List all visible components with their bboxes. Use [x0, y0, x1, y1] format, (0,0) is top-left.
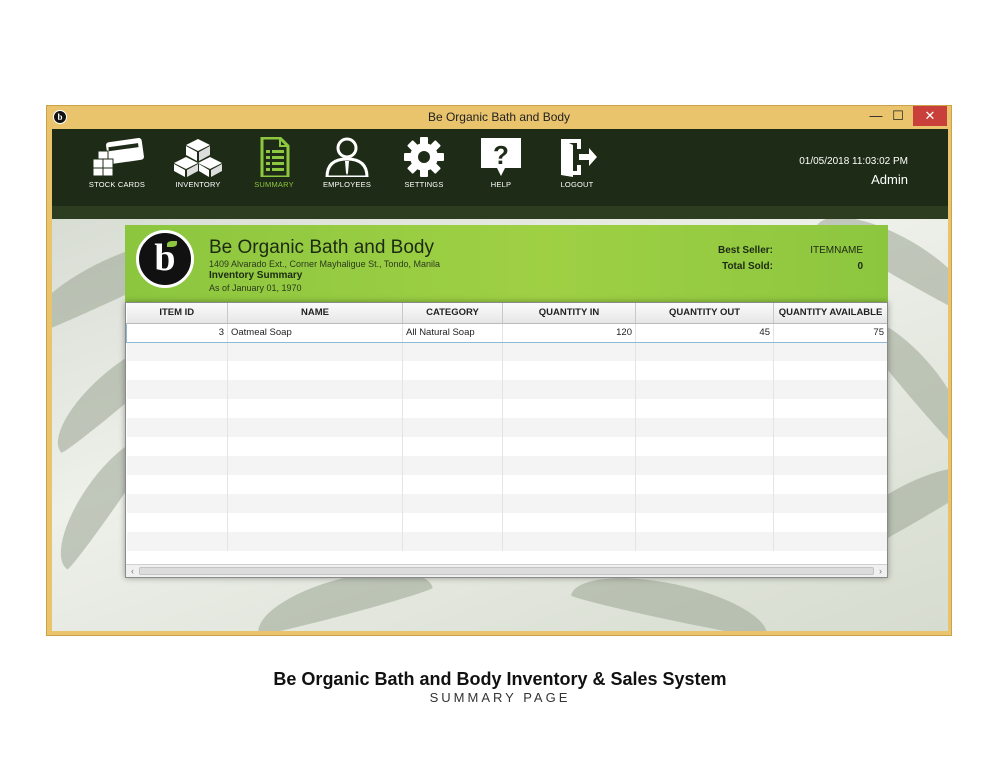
report-date: As of January 01, 1970	[209, 283, 302, 293]
toolbar-label: SETTINGS	[404, 180, 444, 189]
toolbar-label: STOCK CARDS	[88, 180, 146, 189]
best-seller-value: ITEMNAME	[810, 245, 863, 256]
empty-table-row	[126, 475, 887, 494]
cell-item-id: 3	[126, 322, 228, 343]
gear-icon	[404, 137, 444, 177]
empty-table-row	[126, 532, 887, 551]
column-header-name[interactable]: NAME	[227, 303, 403, 324]
toolbar-label: HELP	[490, 180, 512, 189]
empty-table-row	[126, 513, 887, 532]
help-icon: ?	[481, 138, 521, 176]
main-toolbar: STOCK CARDS INVENTORY SUMMARY EMPLOYEES …	[52, 129, 948, 206]
column-header-quantity-in[interactable]: QUANTITY IN	[502, 303, 636, 324]
toolbar-summary-button[interactable]: SUMMARY	[239, 137, 309, 201]
app-window: b Be Organic Bath and Body — ☐ ✕ STOCK C…	[46, 105, 952, 636]
maximize-button[interactable]: ☐	[887, 106, 909, 126]
scroll-left-arrow-icon[interactable]: ‹	[126, 565, 139, 577]
window-title: Be Organic Bath and Body	[427, 110, 571, 124]
cell-name: Oatmeal Soap	[227, 322, 403, 343]
cell-quantity-available: 75	[773, 322, 887, 343]
empty-table-row	[126, 361, 887, 380]
empty-table-row	[126, 342, 887, 361]
close-button[interactable]: ✕	[913, 106, 947, 126]
svg-text:?: ?	[493, 140, 509, 170]
toolbar-label: EMPLOYEES	[322, 180, 372, 189]
table-row[interactable]: 3 Oatmeal Soap All Natural Soap 120 45 7…	[126, 322, 887, 343]
user-icon	[325, 137, 369, 177]
toolbar-help-button[interactable]: ? HELP	[466, 137, 536, 201]
toolbar-logout-button[interactable]: LOGOUT	[542, 137, 612, 201]
total-sold-label: Total Sold:	[722, 261, 773, 272]
toolbar-label: INVENTORY	[175, 180, 221, 189]
datetime-display: 01/05/2018 11:03:02 PM	[799, 156, 908, 167]
inventory-table[interactable]: ITEM ID NAME CATEGORY QUANTITY IN QUANTI…	[125, 302, 888, 578]
scrollbar-thumb[interactable]	[139, 567, 874, 575]
column-header-category[interactable]: CATEGORY	[402, 303, 503, 324]
toolbar-divider	[52, 206, 948, 219]
logout-icon	[561, 139, 597, 177]
empty-table-row	[126, 494, 887, 513]
column-header-quantity-available[interactable]: QUANTITY AVAILABLE	[773, 303, 887, 324]
title-bar[interactable]: b Be Organic Bath and Body — ☐ ✕	[47, 106, 951, 129]
toolbar-label: SUMMARY	[254, 180, 294, 189]
document-icon	[260, 137, 290, 177]
minimize-button[interactable]: —	[865, 106, 887, 126]
report-title: Inventory Summary	[209, 270, 303, 281]
boxes-icon	[174, 139, 222, 177]
toolbar-employees-button[interactable]: EMPLOYEES	[312, 137, 382, 201]
scroll-right-arrow-icon[interactable]: ›	[874, 565, 887, 577]
empty-table-row	[126, 456, 887, 475]
company-name: Be Organic Bath and Body	[209, 237, 434, 258]
table-header-row: ITEM ID NAME CATEGORY QUANTITY IN QUANTI…	[126, 303, 887, 324]
empty-table-row	[126, 418, 887, 437]
leaf-icon	[167, 241, 177, 247]
empty-table-row	[126, 437, 887, 456]
empty-table-row	[126, 399, 887, 418]
total-sold-value: 0	[857, 261, 863, 272]
empty-table-row	[126, 380, 887, 399]
toolbar-settings-button[interactable]: SETTINGS	[389, 137, 459, 201]
company-logo: b	[136, 230, 194, 288]
caption-subtitle: SUMMARY PAGE	[429, 690, 571, 705]
cell-quantity-out: 45	[635, 322, 774, 343]
toolbar-inventory-button[interactable]: INVENTORY	[163, 137, 233, 201]
toolbar-stock-cards-button[interactable]: STOCK CARDS	[82, 137, 152, 201]
caption-title: Be Organic Bath and Body Inventory & Sal…	[273, 669, 727, 689]
stock-cards-icon	[92, 137, 144, 177]
toolbar-label: LOGOUT	[560, 180, 594, 189]
current-user: Admin	[871, 172, 908, 187]
company-address: 1409 Alvarado Ext., Corner Mayhaligue St…	[209, 259, 440, 269]
column-header-quantity-out[interactable]: QUANTITY OUT	[635, 303, 774, 324]
cell-category: All Natural Soap	[402, 322, 503, 343]
column-header-item-id[interactable]: ITEM ID	[126, 303, 228, 324]
horizontal-scrollbar[interactable]: ‹ ›	[126, 564, 887, 577]
cell-quantity-in: 120	[502, 322, 636, 343]
best-seller-label: Best Seller:	[717, 245, 773, 256]
report-header: b Be Organic Bath and Body 1409 Alvarado…	[125, 225, 888, 302]
